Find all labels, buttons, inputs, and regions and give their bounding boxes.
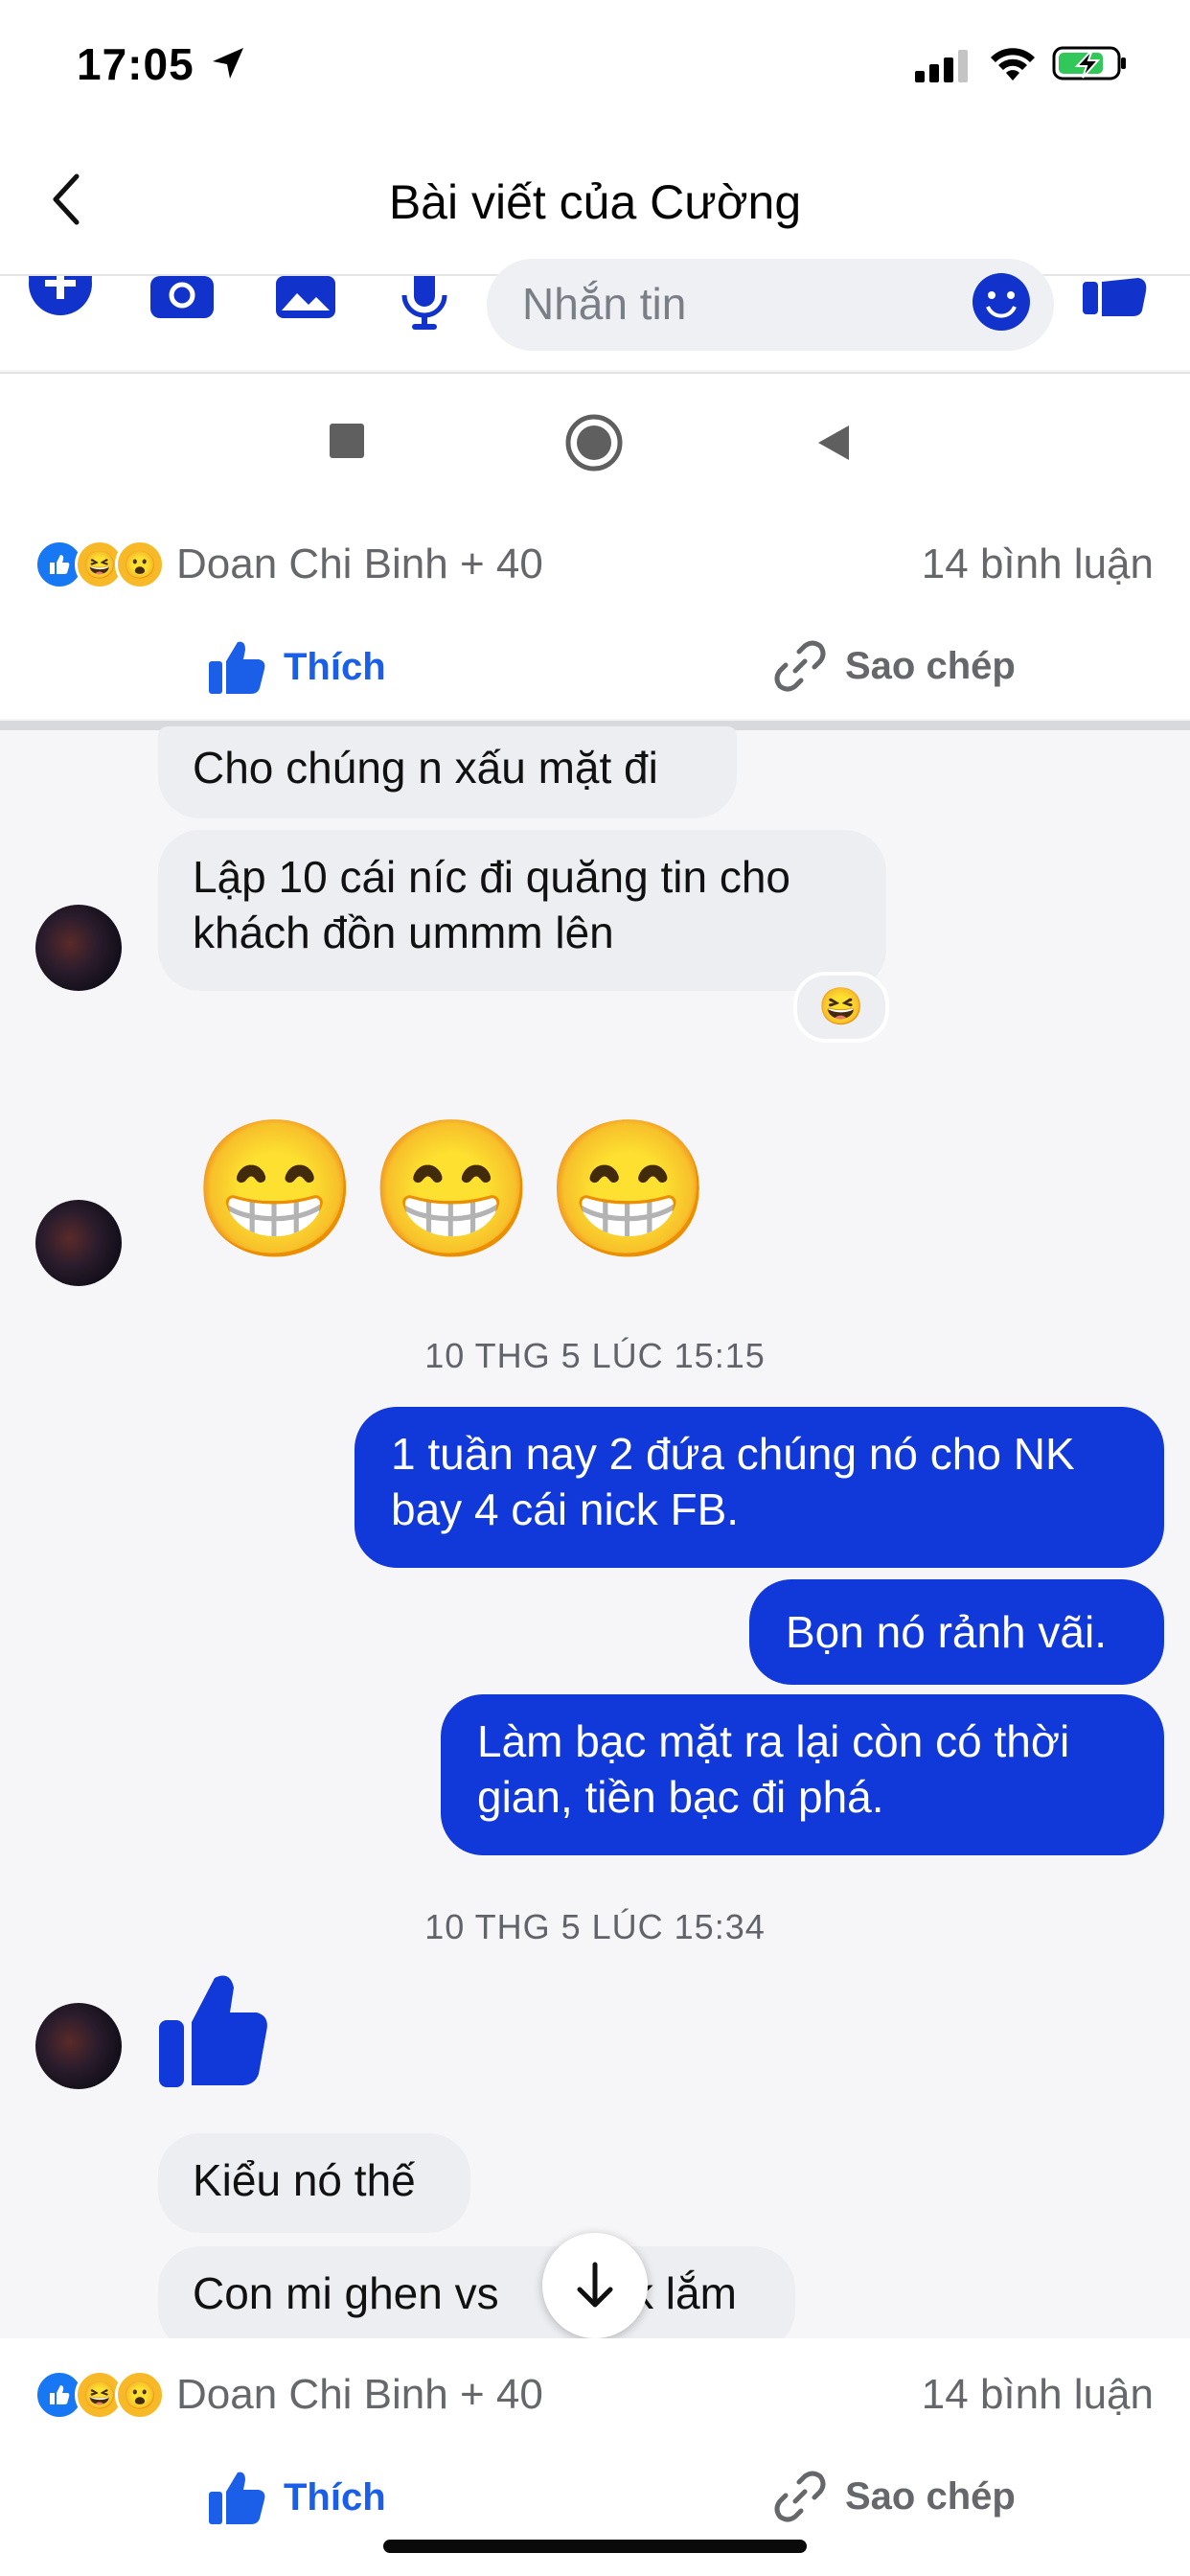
microphone-icon[interactable] bbox=[391, 276, 458, 332]
emoji-smile-icon[interactable] bbox=[970, 270, 1033, 334]
thumbs-up-icon bbox=[209, 2472, 265, 2524]
comment-count[interactable]: 14 bình luận bbox=[922, 540, 1154, 588]
copy-label: Sao chép bbox=[845, 644, 1016, 687]
like-sticker-icon bbox=[159, 1975, 267, 2087]
outgoing-message: Làm bạc mặt ra lại còn có thời gian, tiề… bbox=[441, 1694, 1164, 1855]
link-icon bbox=[774, 640, 826, 692]
incoming-message: Con mi ghen vs k lắm bbox=[158, 2246, 795, 2352]
outgoing-message: Bọn nó rảnh vãi. bbox=[749, 1579, 1164, 1685]
camera-icon[interactable] bbox=[149, 276, 216, 324]
message-reaction-chip[interactable]: 😆 bbox=[793, 972, 889, 1043]
like-label: Thích bbox=[284, 2475, 386, 2518]
thumbs-up-send-icon[interactable] bbox=[1083, 276, 1150, 318]
incoming-message: Kiểu nó thế bbox=[158, 2133, 470, 2233]
location-arrow-icon bbox=[213, 48, 243, 79]
like-button[interactable]: Thích bbox=[207, 2469, 386, 2526]
android-back-icon bbox=[818, 426, 849, 460]
home-indicator[interactable] bbox=[383, 2540, 807, 2553]
incoming-message: Cho chúng n xấu mặt đi bbox=[158, 726, 737, 818]
contact-avatar[interactable] bbox=[35, 905, 122, 991]
emoji-message: 😁😁😁 bbox=[192, 1114, 721, 1264]
comment-count[interactable]: 14 bình luận bbox=[922, 2371, 1154, 2419]
link-icon bbox=[774, 2471, 826, 2522]
message-timestamp: 10 THG 5 LÚC 15:34 bbox=[424, 1907, 766, 1946]
contact-avatar[interactable] bbox=[35, 2003, 122, 2089]
add-icon[interactable] bbox=[27, 276, 94, 330]
reaction-summary-bottom[interactable]: 😆 😮 Doan Chi Binh + 40 bbox=[34, 2363, 543, 2426]
reaction-summary-top[interactable]: 😆 😮 Doan Chi Binh + 40 bbox=[34, 533, 543, 596]
message-text-start: Con mi ghen vs bbox=[193, 2268, 499, 2318]
message-text-end: k lắm bbox=[631, 2268, 737, 2318]
incoming-message: Lập 10 cái níc đi quăng tin cho khách đồ… bbox=[158, 830, 886, 991]
arrow-down-icon bbox=[577, 2262, 613, 2308]
contact-avatar[interactable] bbox=[35, 1200, 122, 1286]
copy-button[interactable]: Sao chép bbox=[772, 2469, 1016, 2524]
wow-reaction-icon: 😮 bbox=[115, 540, 165, 589]
reactor-names: Doan Chi Binh + 40 bbox=[176, 540, 543, 587]
scroll-to-bottom-button[interactable] bbox=[542, 2233, 648, 2338]
like-label: Thích bbox=[284, 645, 386, 688]
image-icon[interactable] bbox=[272, 276, 339, 324]
wifi-icon bbox=[991, 48, 1035, 80]
battery-charging-icon bbox=[1052, 46, 1126, 80]
message-input-placeholder: Nhắn tin bbox=[522, 279, 687, 329]
message-timestamp: 10 THG 5 LÚC 15:15 bbox=[424, 1336, 766, 1375]
outgoing-message: 1 tuần nay 2 đứa chúng nó cho NK bay 4 c… bbox=[355, 1407, 1164, 1568]
wow-reaction-icon: 😮 bbox=[115, 2370, 165, 2420]
like-button[interactable]: Thích bbox=[207, 638, 386, 696]
page-title: Bài viết của Cường bbox=[388, 175, 802, 229]
thumbs-up-icon bbox=[209, 641, 265, 694]
android-home-icon bbox=[565, 414, 623, 472]
cellular-signal-icon bbox=[915, 50, 968, 82]
copy-label: Sao chép bbox=[845, 2474, 1016, 2518]
android-recents-icon bbox=[330, 424, 364, 458]
copy-button[interactable]: Sao chép bbox=[772, 638, 1016, 694]
status-time: 17:05 bbox=[77, 39, 195, 89]
reactor-names: Doan Chi Binh + 40 bbox=[176, 2371, 543, 2418]
